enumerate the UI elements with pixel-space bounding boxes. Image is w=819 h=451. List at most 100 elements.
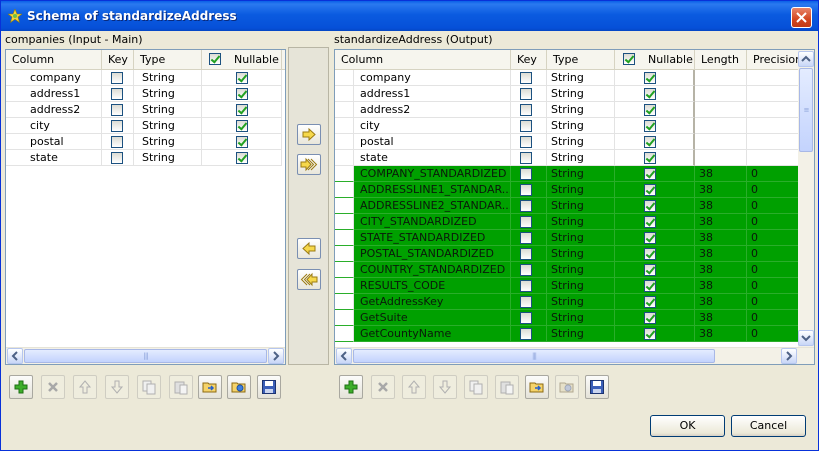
vertical-scrollbar[interactable]: ≡: [798, 50, 814, 347]
column-name-cell[interactable]: COMPANY_STANDARDIZED: [354, 166, 511, 182]
copy-all-right-button[interactable]: [297, 154, 321, 175]
table-row[interactable]: COMPANY_STANDARDIZED String 38 0: [335, 166, 814, 182]
key-checkbox[interactable]: [520, 104, 532, 116]
cancel-button[interactable]: Cancel: [731, 415, 806, 437]
precision-cell[interactable]: 0: [747, 230, 799, 246]
key-checkbox[interactable]: [520, 312, 532, 324]
export-schema-button[interactable]: [227, 375, 251, 399]
nullable-checkbox[interactable]: [644, 232, 656, 244]
key-checkbox[interactable]: [520, 136, 532, 148]
key-checkbox[interactable]: [111, 104, 123, 116]
precision-cell[interactable]: 0: [747, 262, 799, 278]
column-name-cell[interactable]: postal: [354, 134, 511, 150]
table-row[interactable]: RESULTS_CODE String 38 0: [335, 278, 814, 294]
table-row[interactable]: ADDRESSLINE1_STANDAR... String 38 0: [335, 182, 814, 198]
type-cell[interactable]: String: [547, 182, 615, 198]
type-cell[interactable]: String: [547, 102, 615, 118]
length-cell[interactable]: 38: [695, 182, 747, 198]
precision-cell[interactable]: 0: [747, 294, 799, 310]
column-name-cell[interactable]: postal: [6, 134, 102, 150]
precision-cell[interactable]: 0: [747, 310, 799, 326]
key-checkbox[interactable]: [520, 88, 532, 100]
column-name-cell[interactable]: company: [6, 70, 102, 86]
column-name-cell[interactable]: RESULTS_CODE: [354, 278, 511, 294]
precision-cell[interactable]: 0: [747, 326, 799, 342]
column-name-cell[interactable]: address1: [6, 86, 102, 102]
key-checkbox[interactable]: [111, 72, 123, 84]
nullable-checkbox[interactable]: [236, 72, 248, 84]
header-nullable[interactable]: Nullable: [202, 50, 282, 69]
horizontal-scrollbar[interactable]: |||: [6, 347, 285, 364]
column-name-cell[interactable]: state: [6, 150, 102, 166]
column-name-cell[interactable]: CITY_STANDARDIZED: [354, 214, 511, 230]
type-cell[interactable]: String: [547, 166, 615, 182]
type-cell[interactable]: String: [547, 310, 615, 326]
column-name-cell[interactable]: COUNTRY_STANDARDIZED: [354, 262, 511, 278]
nullable-checkbox[interactable]: [644, 248, 656, 260]
copy-selected-right-button[interactable]: [297, 124, 321, 145]
type-cell[interactable]: String: [547, 278, 615, 294]
move-up-button[interactable]: [73, 375, 97, 399]
table-row[interactable]: postal String: [335, 134, 814, 150]
nullable-checkbox[interactable]: [644, 216, 656, 228]
table-row[interactable]: GetCountyName String 38 0: [335, 326, 814, 342]
scroll-thumb[interactable]: |||: [353, 349, 715, 363]
header-key[interactable]: Key: [511, 50, 547, 69]
table-row[interactable]: STATE_STANDARDIZED String 38 0: [335, 230, 814, 246]
length-cell[interactable]: 38: [695, 310, 747, 326]
type-cell[interactable]: String: [547, 246, 615, 262]
ok-button[interactable]: OK: [650, 415, 725, 437]
import-schema-button[interactable]: [198, 375, 222, 399]
nullable-checkbox[interactable]: [644, 168, 656, 180]
precision-cell[interactable]: 0: [747, 182, 799, 198]
length-cell[interactable]: 38: [695, 246, 747, 262]
type-cell[interactable]: String: [547, 86, 615, 102]
copy-button[interactable]: [137, 375, 161, 399]
nullable-checkbox[interactable]: [644, 152, 656, 164]
table-row[interactable]: state String: [335, 150, 814, 166]
table-row[interactable]: CITY_STANDARDIZED String 38 0: [335, 214, 814, 230]
nullable-checkbox[interactable]: [644, 136, 656, 148]
table-row[interactable]: city String: [6, 118, 285, 134]
scroll-down-button[interactable]: [798, 330, 814, 346]
length-cell[interactable]: 38: [695, 294, 747, 310]
table-row[interactable]: POSTAL_STANDARDIZED String 38 0: [335, 246, 814, 262]
save-schema-button[interactable]: [585, 375, 609, 399]
scroll-thumb[interactable]: |||: [24, 349, 267, 363]
key-checkbox[interactable]: [520, 168, 532, 180]
type-cell[interactable]: String: [547, 230, 615, 246]
precision-cell[interactable]: [747, 86, 799, 102]
column-name-cell[interactable]: state: [354, 150, 511, 166]
nullable-checkbox[interactable]: [644, 104, 656, 116]
table-row[interactable]: address2 String: [335, 102, 814, 118]
paste-button[interactable]: [169, 375, 193, 399]
add-column-button[interactable]: [339, 375, 363, 399]
length-cell[interactable]: 38: [695, 262, 747, 278]
copy-button[interactable]: [464, 375, 488, 399]
save-schema-button[interactable]: [257, 375, 281, 399]
type-cell[interactable]: String: [547, 134, 615, 150]
header-key[interactable]: Key: [102, 50, 134, 69]
move-up-button[interactable]: [402, 375, 426, 399]
nullable-all-checkbox[interactable]: [623, 53, 635, 65]
length-cell[interactable]: [695, 86, 747, 102]
horizontal-scrollbar[interactable]: |||: [335, 347, 814, 364]
key-checkbox[interactable]: [111, 120, 123, 132]
key-checkbox[interactable]: [520, 72, 532, 84]
type-cell[interactable]: String: [547, 198, 615, 214]
import-schema-button[interactable]: [525, 375, 549, 399]
key-checkbox[interactable]: [520, 328, 532, 340]
table-row[interactable]: GetSuite String 38 0: [335, 310, 814, 326]
key-checkbox[interactable]: [111, 136, 123, 148]
key-checkbox[interactable]: [520, 152, 532, 164]
nullable-checkbox[interactable]: [236, 104, 248, 116]
length-cell[interactable]: [695, 150, 747, 166]
title-bar[interactable]: Schema of standardizeAddress: [1, 1, 818, 31]
column-name-cell[interactable]: STATE_STANDARDIZED: [354, 230, 511, 246]
nullable-checkbox[interactable]: [644, 264, 656, 276]
nullable-checkbox[interactable]: [236, 120, 248, 132]
key-checkbox[interactable]: [520, 264, 532, 276]
move-down-button[interactable]: [105, 375, 129, 399]
scroll-right-button[interactable]: [268, 348, 284, 364]
remove-column-button[interactable]: [41, 375, 65, 399]
